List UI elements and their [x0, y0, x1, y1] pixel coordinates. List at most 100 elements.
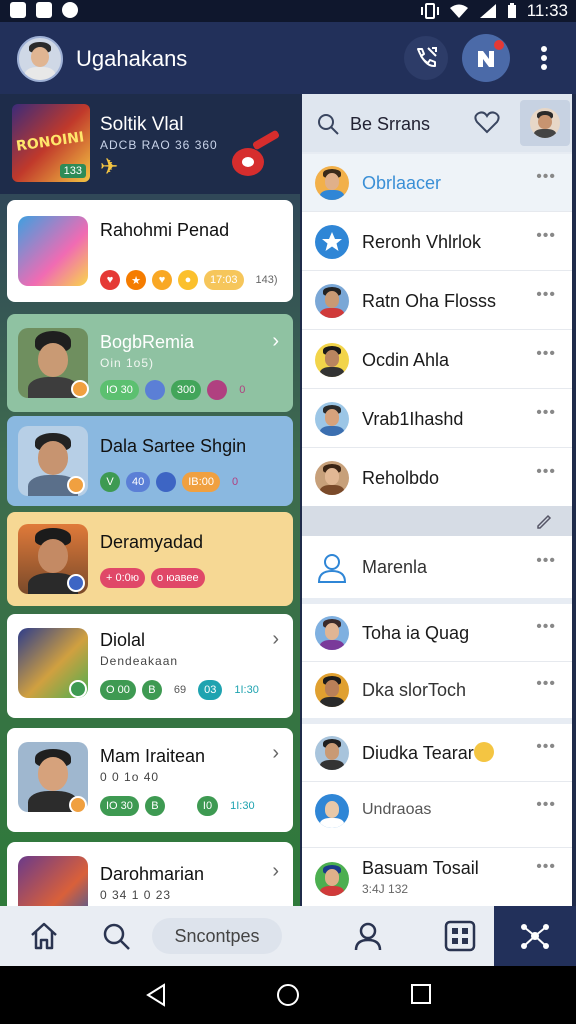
- count-chip: 143): [255, 274, 278, 286]
- avatar: [315, 736, 349, 770]
- featured-banner[interactable]: RONOINI 133 Soltik Vlal ADCB RAO 36 360 …: [0, 94, 300, 194]
- more-icon[interactable]: •••: [536, 858, 556, 876]
- chevron-right-icon: ›: [272, 742, 279, 764]
- nav-search[interactable]: [96, 916, 136, 956]
- chip: B: [144, 796, 165, 816]
- right-panel: Be Srrans Obrlaacer ••• Reronh Vhlrlok •…: [302, 94, 572, 906]
- card-title: BogbRemia: [100, 332, 195, 352]
- heart-icon[interactable]: [474, 110, 500, 134]
- contact-name: Reronh Vhlrlok: [362, 232, 482, 252]
- call-button[interactable]: [404, 36, 448, 80]
- chip: [207, 380, 228, 400]
- back-icon[interactable]: [144, 983, 168, 1007]
- search-icon: [318, 114, 339, 135]
- contact-item[interactable]: Toha ia Quag •••: [302, 604, 572, 662]
- chip: 0: [239, 384, 246, 396]
- overflow-menu-button[interactable]: [522, 36, 566, 80]
- time-chip: 17:03: [204, 270, 244, 290]
- list-item[interactable]: Diolal Dendeakaan › O 00 B 69 03 1I:30: [7, 614, 293, 718]
- nav-home[interactable]: [24, 916, 64, 956]
- section-divider: [302, 506, 572, 536]
- contact-item[interactable]: Undraoas •••: [302, 782, 572, 848]
- list-item[interactable]: Rahohmi Penad ♥ ★ ♥ ● 17:03 143): [7, 200, 293, 302]
- chip: 300: [170, 380, 202, 400]
- recents-icon[interactable]: [410, 983, 432, 1005]
- chip: [171, 796, 191, 816]
- contact-item[interactable]: Ratn Oha Flosss •••: [302, 272, 572, 330]
- contact-item[interactable]: Diudka Tearar •••: [302, 724, 572, 782]
- contact-item[interactable]: Vrab1Ihashd •••: [302, 390, 572, 448]
- page-title: Ugahakans: [76, 46, 188, 71]
- edit-icon[interactable]: [536, 512, 554, 530]
- list-item[interactable]: Darohmarian 0 34 1 0 23 ›: [7, 842, 293, 906]
- featured-thumb-text: RONOINI: [15, 129, 86, 155]
- contact-item[interactable]: Reholbdo •••: [302, 449, 572, 507]
- chip: O 00: [100, 680, 136, 700]
- chip: 0: [231, 476, 239, 488]
- more-icon[interactable]: •••: [536, 552, 556, 570]
- avatar: [315, 284, 349, 318]
- contact-item[interactable]: Dka slorToch •••: [302, 661, 572, 719]
- status-badge: [67, 574, 85, 592]
- list-item[interactable]: Dala Sartee Shgin V 40 IB:00 0: [7, 416, 293, 506]
- list-item[interactable]: BogbRemia Oin 1o5) › IO 30 300 0: [7, 314, 293, 412]
- avatar: [315, 343, 349, 377]
- star-icon: [315, 225, 349, 259]
- contact-item[interactable]: Ocdin Ahla •••: [302, 331, 572, 389]
- card-subtitle: Dendeakaan: [100, 654, 179, 668]
- nav-network-active[interactable]: [494, 906, 576, 966]
- bottom-navigation: Sncontpes: [0, 906, 576, 966]
- status-badge: [69, 796, 87, 814]
- search-input[interactable]: Be Srrans: [350, 114, 430, 135]
- search-avatar-button[interactable]: [520, 100, 570, 146]
- profile-button[interactable]: [462, 34, 510, 82]
- emoji-icon: [474, 742, 494, 762]
- chevron-right-icon: ›: [272, 860, 279, 882]
- nav-search-field[interactable]: Sncontpes: [152, 918, 282, 954]
- search-bar[interactable]: Be Srrans: [302, 94, 572, 152]
- nav-apps[interactable]: [440, 916, 480, 956]
- avatar: [530, 108, 560, 138]
- chip: V: [100, 472, 120, 492]
- card-subtitle: 0 0 1o 40: [100, 770, 160, 784]
- contact-name: Diudka Tearar: [362, 743, 474, 763]
- person-icon: [354, 922, 382, 951]
- contact-name: Basuam Tosail: [362, 858, 479, 878]
- contact-name: Ratn Oha Flosss: [362, 291, 497, 311]
- coin-badge: ●: [178, 270, 198, 290]
- heart-badge: ♥: [152, 270, 172, 290]
- contact-item[interactable]: Marenla •••: [302, 538, 572, 596]
- contact-item[interactable]: Basuam Tosail 3:4J 132 •••: [302, 850, 572, 908]
- card-title: Diolal: [100, 630, 146, 650]
- card-subtitle: 0 34 1 0 23: [100, 888, 172, 902]
- list-item[interactable]: Deramyadad + 0:0ю о юaвee: [7, 512, 293, 606]
- more-icon[interactable]: •••: [536, 618, 556, 636]
- contact-name: Reholbdo: [362, 468, 440, 488]
- contact-group: Toha ia Quag ••• Dka slorToch •••: [302, 604, 572, 718]
- nav-contacts[interactable]: [348, 916, 388, 956]
- more-icon[interactable]: •••: [536, 738, 556, 756]
- list-item[interactable]: Mam Iraitean 0 0 1o 40 › IO 30 B I0 1I:3…: [7, 728, 293, 832]
- user-avatar[interactable]: [17, 36, 63, 82]
- avatar: [315, 794, 349, 828]
- featured-thumb-badge: 133: [59, 164, 86, 178]
- contact-item[interactable]: Obrlaacer •••: [302, 154, 572, 212]
- status-badge: [71, 380, 89, 398]
- more-icon[interactable]: •••: [536, 675, 556, 693]
- phone-icon: [417, 47, 437, 68]
- more-icon[interactable]: •••: [536, 463, 556, 481]
- card-title: Rahohmi Penad: [100, 220, 230, 240]
- chip: 40: [126, 472, 151, 492]
- home-circle-icon[interactable]: [276, 983, 300, 1007]
- more-icon[interactable]: •••: [536, 227, 556, 245]
- more-icon[interactable]: •••: [536, 796, 556, 814]
- contact-name: Ocdin Ahla: [362, 350, 450, 370]
- contact-item[interactable]: Reronh Vhlrlok •••: [302, 213, 572, 271]
- chip: 1I:30: [230, 800, 255, 812]
- more-icon[interactable]: •••: [536, 345, 556, 363]
- more-icon[interactable]: •••: [536, 286, 556, 304]
- left-column: RONOINI 133 Soltik Vlal ADCB RAO 36 360 …: [0, 94, 300, 906]
- more-icon[interactable]: •••: [536, 168, 556, 186]
- card-subtitle: Oin 1o5): [100, 356, 155, 370]
- more-icon[interactable]: •••: [536, 404, 556, 422]
